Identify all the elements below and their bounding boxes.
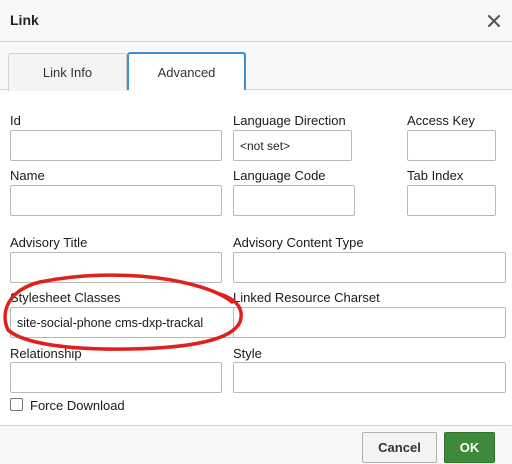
dialog-titlebar: Link <box>0 0 512 42</box>
access-key-label: Access Key <box>407 113 475 128</box>
linked-resource-charset-input[interactable] <box>233 307 506 338</box>
relationship-label: Relationship <box>10 346 82 361</box>
id-label: Id <box>10 113 21 128</box>
tab-link-info[interactable]: Link Info <box>8 53 127 91</box>
advisory-title-label: Advisory Title <box>10 235 88 250</box>
close-icon <box>488 15 500 27</box>
style-input[interactable] <box>233 362 506 393</box>
ok-button[interactable]: OK <box>444 432 495 463</box>
style-label: Style <box>233 346 262 361</box>
stylesheet-classes-label: Stylesheet Classes <box>10 290 121 305</box>
force-download-label: Force Download <box>30 398 125 413</box>
advisory-content-type-label: Advisory Content Type <box>233 235 364 250</box>
linked-resource-charset-label: Linked Resource Charset <box>233 290 380 305</box>
force-download-checkbox[interactable] <box>10 398 23 411</box>
tab-index-input[interactable] <box>407 185 496 216</box>
id-input[interactable] <box>10 130 222 161</box>
tab-index-label: Tab Index <box>407 168 464 183</box>
cancel-button[interactable]: Cancel <box>362 432 437 463</box>
dialog-title: Link <box>10 12 39 28</box>
name-input[interactable] <box>10 185 222 216</box>
stylesheet-classes-input[interactable]: site-social-phone cms-dxp-trackal <box>10 307 240 338</box>
language-code-input[interactable] <box>233 185 355 216</box>
relationship-input[interactable] <box>10 362 222 393</box>
close-button[interactable] <box>484 11 504 31</box>
name-label: Name <box>10 168 45 183</box>
language-direction-label: Language Direction <box>233 113 346 128</box>
language-code-label: Language Code <box>233 168 326 183</box>
tab-advanced[interactable]: Advanced <box>127 52 246 90</box>
access-key-input[interactable] <box>407 130 496 161</box>
advisory-content-type-input[interactable] <box>233 252 506 283</box>
language-direction-select[interactable]: <not set> <box>233 130 352 161</box>
advisory-title-input[interactable] <box>10 252 222 283</box>
link-dialog: Link Link Info Advanced Id Language Dire… <box>0 0 512 464</box>
